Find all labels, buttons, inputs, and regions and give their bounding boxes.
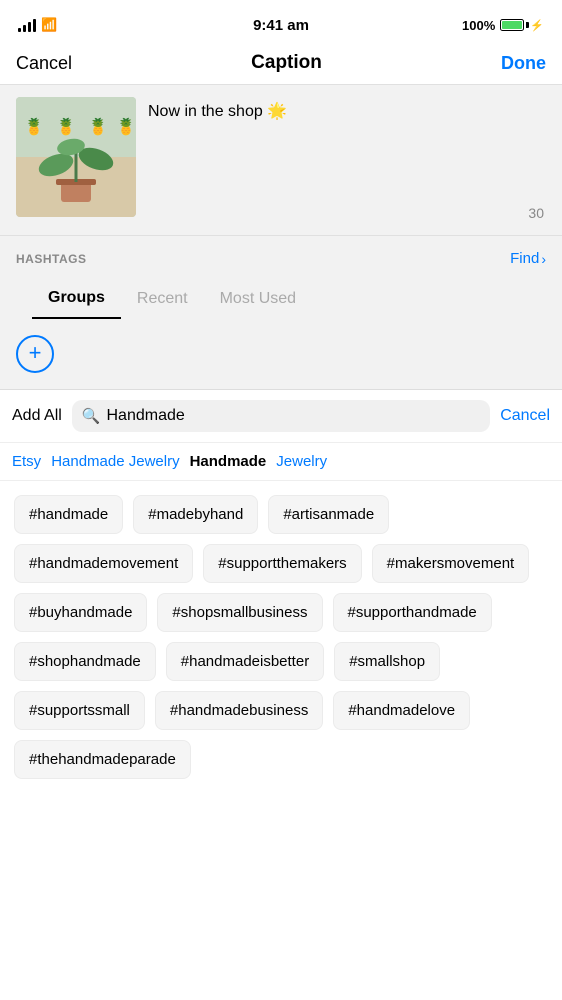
page-title: Caption bbox=[251, 52, 322, 74]
hashtag-pill[interactable]: #artisanmade bbox=[268, 495, 389, 534]
status-bar: 📶 9:41 am 100% ⚡ bbox=[0, 0, 562, 44]
hashtag-grid: #handmade #madebyhand #artisanmade #hand… bbox=[0, 481, 562, 793]
tab-most-used[interactable]: Most Used bbox=[204, 280, 312, 318]
tag-chip-etsy[interactable]: Etsy bbox=[12, 453, 41, 470]
cancel-button[interactable]: Cancel bbox=[16, 53, 72, 74]
tag-chip-jewelry[interactable]: Jewelry bbox=[276, 453, 327, 470]
status-left: 📶 bbox=[18, 17, 57, 33]
search-bar: 🔍 bbox=[72, 400, 490, 432]
status-time: 9:41 am bbox=[253, 17, 309, 34]
hashtag-pill[interactable]: #madebyhand bbox=[133, 495, 258, 534]
caption-text-value: Now in the shop 🌟 bbox=[148, 103, 287, 120]
hashtag-pill[interactable]: #thehandmadeparade bbox=[14, 740, 191, 779]
tag-chips-row: Etsy Handmade Jewelry Handmade Jewelry bbox=[0, 443, 562, 481]
tab-recent[interactable]: Recent bbox=[121, 280, 204, 318]
search-icon: 🔍 bbox=[82, 407, 101, 425]
hashtags-section: HASHTAGS Find › Groups Recent Most Used bbox=[0, 235, 562, 319]
hashtag-pill[interactable]: #handmade bbox=[14, 495, 123, 534]
hashtag-pill[interactable]: #supportthemakers bbox=[203, 544, 361, 583]
status-right: 100% ⚡ bbox=[462, 18, 544, 33]
hashtag-pill[interactable]: #shophandmade bbox=[14, 642, 156, 681]
wifi-icon: 📶 bbox=[41, 17, 57, 33]
battery-bolt: ⚡ bbox=[530, 19, 544, 32]
hashtag-pill[interactable]: #shopsmallbusiness bbox=[157, 593, 322, 632]
svg-text:🍍: 🍍 bbox=[116, 117, 136, 136]
svg-text:🍍: 🍍 bbox=[24, 117, 44, 136]
tag-chip-handmade-jewelry[interactable]: Handmade Jewelry bbox=[51, 453, 179, 470]
caption-image-svg: 🍍 🍍 🍍 🍍 bbox=[16, 97, 136, 217]
nav-bar: Cancel Caption Done bbox=[0, 44, 562, 85]
battery-tip bbox=[526, 22, 529, 28]
tab-groups[interactable]: Groups bbox=[32, 279, 121, 319]
hashtags-find-text: Find bbox=[510, 250, 539, 267]
hashtags-header: HASHTAGS Find › bbox=[16, 250, 546, 279]
hashtags-find-button[interactable]: Find › bbox=[510, 250, 546, 267]
signal-bars bbox=[18, 18, 36, 32]
battery-percent: 100% bbox=[462, 18, 495, 33]
caption-area: 🍍 🍍 🍍 🍍 Now in the shop 🌟 30 bbox=[0, 85, 562, 235]
hashtag-pill[interactable]: #buyhandmade bbox=[14, 593, 147, 632]
signal-bar-4 bbox=[33, 19, 36, 32]
hashtag-pill[interactable]: #makersmovement bbox=[372, 544, 530, 583]
done-button[interactable]: Done bbox=[501, 53, 546, 74]
search-cancel-button[interactable]: Cancel bbox=[500, 407, 550, 425]
groups-area: + bbox=[0, 319, 562, 390]
plus-icon: + bbox=[29, 342, 42, 364]
add-all-button[interactable]: Add All bbox=[12, 407, 62, 425]
signal-bar-2 bbox=[23, 25, 26, 32]
battery-fill bbox=[502, 21, 522, 29]
hashtags-label: HASHTAGS bbox=[16, 252, 86, 266]
signal-bar-1 bbox=[18, 28, 21, 32]
add-group-button[interactable]: + bbox=[16, 335, 54, 373]
hashtag-pill[interactable]: #supporthandmade bbox=[333, 593, 492, 632]
caption-text[interactable]: Now in the shop 🌟 bbox=[136, 97, 546, 223]
hashtag-pill[interactable]: #handmademovement bbox=[14, 544, 193, 583]
hashtag-pill[interactable]: #handmadebusiness bbox=[155, 691, 323, 730]
char-count: 30 bbox=[528, 205, 544, 221]
battery-body bbox=[500, 19, 524, 31]
search-input[interactable] bbox=[107, 407, 481, 425]
svg-text:🍍: 🍍 bbox=[56, 117, 76, 136]
svg-text:🍍: 🍍 bbox=[88, 117, 108, 136]
chevron-right-icon: › bbox=[541, 251, 546, 267]
tabs-row: Groups Recent Most Used bbox=[16, 279, 546, 319]
signal-bar-3 bbox=[28, 22, 31, 32]
battery-icon: ⚡ bbox=[500, 19, 544, 32]
tag-chip-handmade[interactable]: Handmade bbox=[190, 453, 267, 470]
caption-image: 🍍 🍍 🍍 🍍 bbox=[16, 97, 136, 217]
search-toolbar: Add All 🔍 Cancel bbox=[0, 390, 562, 443]
hashtag-pill[interactable]: #handmadeisbetter bbox=[166, 642, 324, 681]
hashtag-pill[interactable]: #supportssmall bbox=[14, 691, 145, 730]
hashtag-pill[interactable]: #handmadelove bbox=[333, 691, 470, 730]
hashtag-pill[interactable]: #smallshop bbox=[334, 642, 440, 681]
